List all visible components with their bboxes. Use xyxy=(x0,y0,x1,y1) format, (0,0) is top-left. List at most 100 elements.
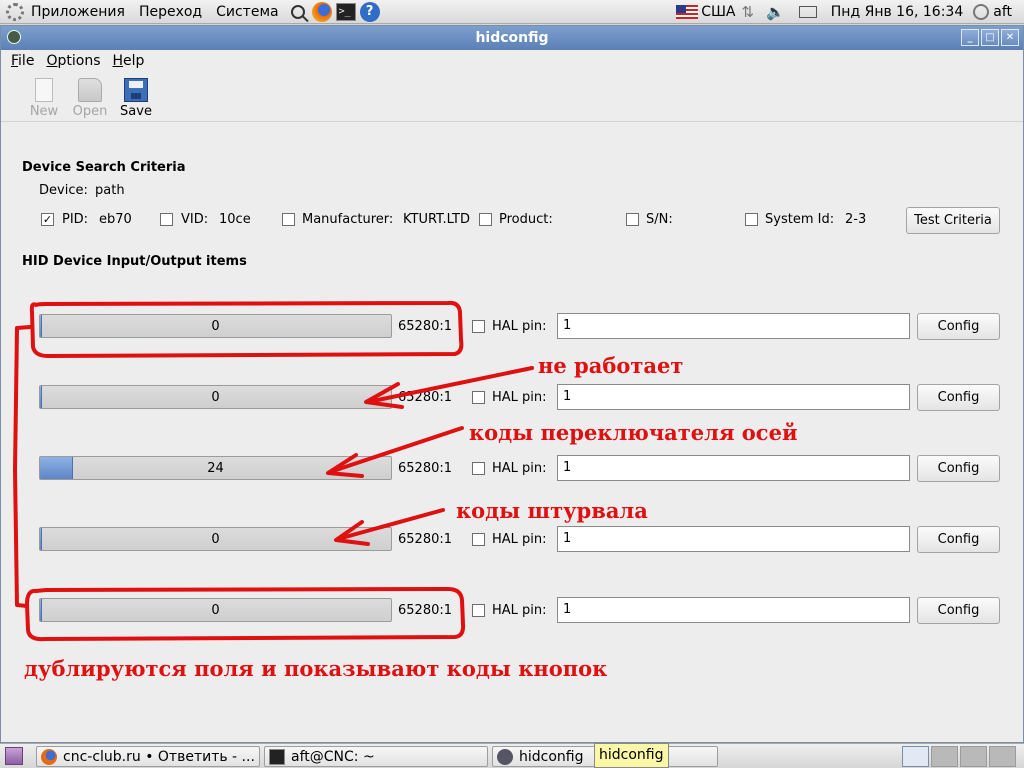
serial-checkbox[interactable] xyxy=(626,213,639,226)
workspace-1[interactable] xyxy=(902,746,929,767)
show-desktop-icon[interactable] xyxy=(5,747,23,765)
vid-label: VID: xyxy=(181,212,209,227)
hal-pin-input[interactable]: 1 xyxy=(557,455,910,481)
workspace-3[interactable] xyxy=(960,746,987,767)
hal-pin-input[interactable]: 1 xyxy=(557,384,910,410)
system-id-value: 2-3 xyxy=(845,212,867,227)
top-panel: Приложения Переход Система >_ ? США ⇅ 🔈 … xyxy=(0,0,1024,24)
menu-help[interactable]: Help xyxy=(106,53,150,69)
firefox-icon xyxy=(41,748,57,765)
config-button[interactable]: Config xyxy=(917,313,1000,340)
minimize-button[interactable]: _ xyxy=(961,29,979,46)
workspace-switcher xyxy=(902,746,1016,767)
menubar: File Options Help xyxy=(1,50,1023,72)
product-label: Product: xyxy=(499,212,553,227)
network-icon[interactable]: ⇅ xyxy=(742,3,755,21)
workspace-4[interactable] xyxy=(989,746,1016,767)
menu-applications[interactable]: Приложения xyxy=(24,4,132,20)
close-button[interactable]: ✕ xyxy=(1001,29,1019,46)
new-button[interactable]: New xyxy=(21,72,67,119)
pid-value: eb70 xyxy=(99,212,132,227)
system-id-label: System Id: xyxy=(765,212,835,227)
io-value-bar: 0 xyxy=(39,385,392,409)
maximize-button[interactable]: □ xyxy=(981,29,999,46)
hal-pin-label: HAL pin: xyxy=(492,319,547,334)
product-checkbox[interactable] xyxy=(479,213,492,226)
vid-checkbox[interactable] xyxy=(160,213,173,226)
us-flag-icon[interactable] xyxy=(676,5,699,19)
hidconfig-icon xyxy=(497,748,513,765)
hal-pin-checkbox[interactable] xyxy=(472,604,485,617)
app-icon[interactable] xyxy=(7,30,21,44)
annotation-not-working: не работает xyxy=(538,353,684,378)
clock[interactable]: Пнд Янв 16, 16:34 xyxy=(831,4,963,20)
manufacturer-label: Manufacturer: xyxy=(302,212,394,227)
terminal-icon xyxy=(269,748,285,765)
task-firefox[interactable]: cnc-club.ru • Ответить - ... xyxy=(36,746,260,767)
config-button[interactable]: Config xyxy=(917,384,1000,411)
vid-value: 10ce xyxy=(219,212,251,227)
volume-icon[interactable]: 🔈 xyxy=(766,3,785,21)
io-scale: 65280:1 xyxy=(398,532,453,547)
keyboard-layout[interactable]: США xyxy=(701,4,735,20)
taskbar: cnc-club.ru • Ответить - ... aft@CNC: ~ … xyxy=(0,743,1024,768)
task-terminal[interactable]: aft@CNC: ~ xyxy=(264,746,488,767)
menu-file[interactable]: File xyxy=(5,53,40,69)
user-name[interactable]: aft xyxy=(993,4,1012,20)
annotation-handwheel-codes: коды штурвала xyxy=(456,498,648,523)
hal-pin-checkbox[interactable] xyxy=(472,391,485,404)
hal-pin-checkbox[interactable] xyxy=(472,320,485,333)
new-document-icon xyxy=(35,78,53,102)
pid-checkbox[interactable]: ✓ xyxy=(41,213,54,226)
serial-label: S/N: xyxy=(646,212,673,227)
open-folder-icon xyxy=(78,78,102,102)
io-scale: 65280:1 xyxy=(398,319,453,334)
hal-pin-checkbox[interactable] xyxy=(472,533,485,546)
device-search-title: Device Search Criteria xyxy=(22,160,186,175)
task-tooltip: hidconfig xyxy=(594,743,669,768)
hal-pin-input[interactable]: 1 xyxy=(557,597,910,623)
annotation-axis-switch-codes: коды переключателя осей xyxy=(469,420,798,445)
terminal-icon[interactable]: >_ xyxy=(335,1,357,23)
distro-logo-icon[interactable] xyxy=(6,2,24,21)
help-icon[interactable]: ? xyxy=(359,1,381,23)
hal-pin-label: HAL pin: xyxy=(492,603,547,618)
hal-pin-label: HAL pin: xyxy=(492,461,547,476)
manufacturer-checkbox[interactable] xyxy=(282,213,295,226)
hal-pin-label: HAL pin: xyxy=(492,390,547,405)
device-value: path xyxy=(95,183,125,198)
hal-pin-label: HAL pin: xyxy=(492,532,547,547)
hal-pin-checkbox[interactable] xyxy=(472,462,485,475)
io-scale: 65280:1 xyxy=(398,390,453,405)
io-scale: 65280:1 xyxy=(398,461,453,476)
io-value-bar: 24 xyxy=(39,456,392,480)
device-label: Device: xyxy=(39,183,88,198)
system-id-checkbox[interactable] xyxy=(745,213,758,226)
menu-system[interactable]: Система xyxy=(209,4,285,20)
config-button[interactable]: Config xyxy=(917,597,1000,624)
hal-pin-input[interactable]: 1 xyxy=(557,313,910,339)
window-title: hidconfig xyxy=(475,30,549,46)
menu-places[interactable]: Переход xyxy=(132,4,209,20)
titlebar[interactable]: hidconfig _ □ ✕ xyxy=(1,26,1023,50)
io-scale: 65280:1 xyxy=(398,603,453,618)
search-icon[interactable] xyxy=(287,1,309,23)
firefox-icon[interactable] xyxy=(311,1,333,23)
menu-options[interactable]: Options xyxy=(40,53,106,69)
toolbar: New Open Save xyxy=(1,72,1023,122)
config-button[interactable]: Config xyxy=(917,455,1000,482)
mail-icon[interactable] xyxy=(798,6,817,18)
annotation-duplicated-fields: дублируются поля и показывают коды кнопо… xyxy=(24,656,608,681)
hal-pin-input[interactable]: 1 xyxy=(557,526,910,552)
user-icon xyxy=(973,4,990,20)
workspace-2[interactable] xyxy=(931,746,958,767)
config-button[interactable]: Config xyxy=(917,526,1000,553)
save-button[interactable]: Save xyxy=(113,72,159,119)
test-criteria-button[interactable]: Test Criteria xyxy=(906,207,1000,234)
io-value-bar: 0 xyxy=(39,527,392,551)
io-value-bar: 0 xyxy=(39,314,392,338)
save-disk-icon xyxy=(124,78,148,102)
manufacturer-value: KTURT.LTD xyxy=(403,212,470,227)
io-items-title: HID Device Input/Output items xyxy=(22,254,247,269)
open-button[interactable]: Open xyxy=(67,72,113,119)
